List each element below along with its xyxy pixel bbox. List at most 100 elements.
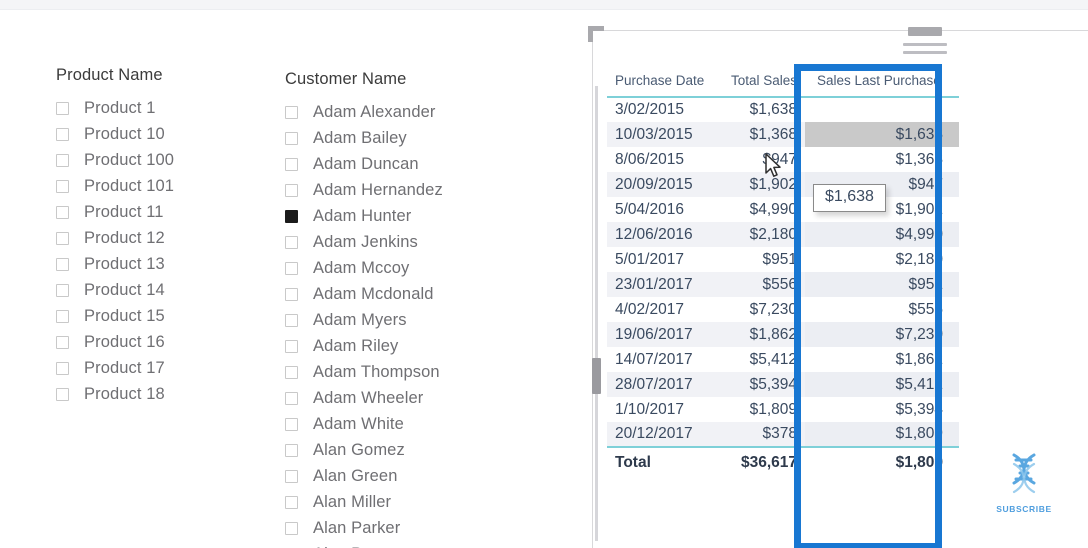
hamburger-menu-icon[interactable]	[903, 43, 947, 57]
slicer-customer-name-item[interactable]: Alan Perry	[285, 541, 443, 548]
slicer-product-name-item[interactable]: Product 1	[56, 95, 174, 121]
cell-purchase-date[interactable]: 10/03/2015	[607, 122, 719, 147]
checkbox-unchecked-icon[interactable]	[285, 391, 298, 405]
slicer-customer-name-item[interactable]: Alan Green	[285, 463, 443, 489]
cell-sales-last-purchase[interactable]: $7,230	[805, 322, 959, 347]
cell-sales-last-purchase[interactable]	[805, 97, 959, 122]
cell-total-sales[interactable]: $951	[719, 247, 805, 272]
cell-purchase-date[interactable]: 19/06/2017	[607, 322, 719, 347]
cell-sales-last-purchase[interactable]: $5,394	[805, 397, 959, 422]
checkbox-unchecked-icon[interactable]	[285, 417, 298, 431]
checkbox-unchecked-icon[interactable]	[56, 231, 69, 245]
cell-sales-last-purchase[interactable]: $1,862	[805, 347, 959, 372]
slicer-customer-name-item[interactable]: Adam Jenkins	[285, 229, 443, 255]
slicer-customer-name-item[interactable]: Adam White	[285, 411, 443, 437]
cell-sales-last-purchase[interactable]: $1,368	[805, 147, 959, 172]
cell-total-sales[interactable]: $5,394	[719, 372, 805, 397]
cell-purchase-date[interactable]: 8/06/2015	[607, 147, 719, 172]
column-header-sales-last-purchase[interactable]: Sales Last Purchase	[805, 69, 959, 98]
checkbox-unchecked-icon[interactable]	[285, 105, 298, 119]
slicer-product-name-item[interactable]: Product 15	[56, 303, 174, 329]
slicer-customer-name-item[interactable]: Adam Hernandez	[285, 177, 443, 203]
checkbox-checked-icon[interactable]	[285, 209, 298, 223]
slicer-product-name-item[interactable]: Product 100	[56, 147, 174, 173]
cell-purchase-date[interactable]: 20/12/2017	[607, 422, 719, 447]
cell-sales-last-purchase[interactable]: $2,180	[805, 247, 959, 272]
slicer-product-name-item[interactable]: Product 12	[56, 225, 174, 251]
table-row[interactable]: 4/02/2017 $7,230 $556	[607, 297, 959, 322]
cell-purchase-date[interactable]: 1/10/2017	[607, 397, 719, 422]
cell-total-sales[interactable]: $1,368	[719, 122, 805, 147]
table-row[interactable]: 19/06/2017 $1,862 $7,230	[607, 322, 959, 347]
cell-sales-last-purchase[interactable]: $4,990	[805, 222, 959, 247]
cell-purchase-date[interactable]: 5/01/2017	[607, 247, 719, 272]
slicer-product-name-item[interactable]: Product 17	[56, 355, 174, 381]
checkbox-unchecked-icon[interactable]	[285, 495, 298, 509]
slicer-product-name-item[interactable]: Product 10	[56, 121, 174, 147]
slicer-customer-name-item[interactable]: Adam Hunter	[285, 203, 443, 229]
checkbox-unchecked-icon[interactable]	[285, 157, 298, 171]
slicer-product-name-list[interactable]: Product 1 Product 10 Product 100 Product 10…	[56, 95, 174, 407]
checkbox-unchecked-icon[interactable]	[285, 521, 298, 535]
slicer-customer-name-item[interactable]: Adam Wheeler	[285, 385, 443, 411]
checkbox-unchecked-icon[interactable]	[56, 387, 69, 401]
table-row[interactable]: 5/04/2016 $4,990 $1,902	[607, 197, 959, 222]
checkbox-unchecked-icon[interactable]	[56, 309, 69, 323]
cell-total-sales[interactable]: $556	[719, 272, 805, 297]
table-row[interactable]: 20/12/2017 $378 $1,809	[607, 422, 959, 447]
slicer-customer-name-list[interactable]: Adam Alexander Adam Bailey Adam Duncan Adam…	[285, 99, 443, 548]
column-header-purchase-date[interactable]: Purchase Date	[607, 69, 719, 98]
slicer-product-name-item[interactable]: Product 14	[56, 277, 174, 303]
cell-sales-last-purchase[interactable]: $1,638	[805, 122, 959, 147]
checkbox-unchecked-icon[interactable]	[56, 361, 69, 375]
checkbox-unchecked-icon[interactable]	[56, 335, 69, 349]
slicer-customer-name-item[interactable]: Alan Miller	[285, 489, 443, 515]
checkbox-unchecked-icon[interactable]	[285, 131, 298, 145]
cell-total-sales[interactable]: $1,862	[719, 322, 805, 347]
checkbox-unchecked-icon[interactable]	[285, 339, 298, 353]
table-row[interactable]: 5/01/2017 $951 $2,180	[607, 247, 959, 272]
visual-drag-handle[interactable]	[908, 27, 942, 36]
cell-total-sales[interactable]: $1,902	[719, 172, 805, 197]
cell-purchase-date[interactable]: 23/01/2017	[607, 272, 719, 297]
checkbox-unchecked-icon[interactable]	[56, 127, 69, 141]
slicer-customer-name-item[interactable]: Adam Mccoy	[285, 255, 443, 281]
slicer-customer-name-item[interactable]: Adam Thompson	[285, 359, 443, 385]
slicer-product-name-item[interactable]: Product 18	[56, 381, 174, 407]
cell-total-sales[interactable]: $378	[719, 422, 805, 447]
table-row[interactable]: 3/02/2015 $1,638	[607, 97, 959, 122]
cell-total-sales[interactable]: $2,180	[719, 222, 805, 247]
cell-purchase-date[interactable]: 20/09/2015	[607, 172, 719, 197]
subscribe-logo[interactable]: SUBSCRIBE	[988, 452, 1060, 514]
cell-total-sales[interactable]: $1,638	[719, 97, 805, 122]
vertical-scrollbar-thumb[interactable]	[592, 358, 601, 394]
cell-total-sales[interactable]: $7,230	[719, 297, 805, 322]
slicer-customer-name-item[interactable]: Alan Parker	[285, 515, 443, 541]
slicer-customer-name-item[interactable]: Adam Bailey	[285, 125, 443, 151]
cell-purchase-date[interactable]: 14/07/2017	[607, 347, 719, 372]
table-row[interactable]: 1/10/2017 $1,809 $5,394	[607, 397, 959, 422]
slicer-product-name-item[interactable]: Product 16	[56, 329, 174, 355]
checkbox-unchecked-icon[interactable]	[285, 469, 298, 483]
checkbox-unchecked-icon[interactable]	[285, 313, 298, 327]
slicer-customer-name-item[interactable]: Adam Myers	[285, 307, 443, 333]
cell-purchase-date[interactable]: 3/02/2015	[607, 97, 719, 122]
checkbox-unchecked-icon[interactable]	[56, 283, 69, 297]
checkbox-unchecked-icon[interactable]	[285, 183, 298, 197]
slicer-customer-name-item[interactable]: Adam Alexander	[285, 99, 443, 125]
checkbox-unchecked-icon[interactable]	[285, 287, 298, 301]
slicer-customer-name-item[interactable]: Adam Riley	[285, 333, 443, 359]
slicer-product-name-item[interactable]: Product 11	[56, 199, 174, 225]
cell-total-sales[interactable]: $1,809	[719, 397, 805, 422]
cell-purchase-date[interactable]: 28/07/2017	[607, 372, 719, 397]
table-row[interactable]: 10/03/2015 $1,368 $1,638	[607, 122, 959, 147]
checkbox-unchecked-icon[interactable]	[285, 235, 298, 249]
cell-purchase-date[interactable]: 5/04/2016	[607, 197, 719, 222]
cell-sales-last-purchase[interactable]: $1,809	[805, 422, 959, 447]
cell-total-sales[interactable]: $4,990	[719, 197, 805, 222]
slicer-customer-name-item[interactable]: Alan Gomez	[285, 437, 443, 463]
checkbox-unchecked-icon[interactable]	[285, 365, 298, 379]
cell-purchase-date[interactable]: 4/02/2017	[607, 297, 719, 322]
checkbox-unchecked-icon[interactable]	[56, 101, 69, 115]
cell-purchase-date[interactable]: 12/06/2016	[607, 222, 719, 247]
